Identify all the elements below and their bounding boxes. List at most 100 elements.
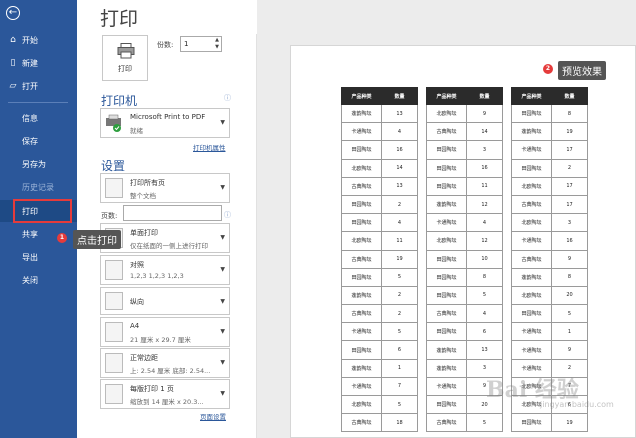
table-row: 莲韵陶坛 2 [341, 285, 418, 306]
sidebar-item-label: 另存为 [22, 159, 46, 169]
collate-icon [105, 260, 123, 280]
quantity-cell: 17 [551, 176, 588, 196]
option-sub: 1,2,3 1,2,3 1,2,3 [130, 272, 184, 280]
table-row: 古典陶坛 18 [341, 413, 418, 433]
pages-per-sheet-select[interactable]: 每版打印 1 页 缩放到 14 厘米 x 20.3... ▼ [100, 379, 230, 409]
quantity-cell: 12 [466, 231, 503, 251]
product-cell: 田园陶坛 [426, 249, 467, 269]
quantity-cell: 13 [466, 340, 503, 360]
product-cell: 莲韵陶坛 [426, 340, 467, 360]
print-button-label: 打印 [118, 65, 132, 73]
product-cell: 古典陶坛 [341, 176, 382, 196]
print-range-select[interactable]: 打印所有页 整个文档 ▼ [100, 173, 230, 203]
quantity-cell: 2 [551, 158, 588, 178]
product-cell: 田园陶坛 [426, 285, 467, 306]
quantity-cell: 8 [551, 103, 588, 124]
table-row: 田园陶坛 5 [426, 285, 503, 306]
quantity-cell: 20 [551, 285, 588, 306]
sidebar-item-label: 新建 [22, 58, 38, 68]
quantity-cell: 14 [381, 158, 418, 178]
back-arrow-icon[interactable]: ← [6, 6, 20, 20]
product-cell: 古典陶坛 [511, 194, 552, 215]
printer-properties-link[interactable]: 打印机属性 [193, 142, 226, 152]
folder-open-icon: ▱ [9, 81, 17, 91]
info-icon[interactable]: ⓘ [224, 93, 231, 103]
product-cell: 古典陶坛 [341, 304, 382, 324]
product-cell: 卡通陶坛 [511, 340, 552, 360]
quantity-cell: 5 [466, 413, 503, 433]
product-cell: 古典陶坛 [511, 249, 552, 269]
quantity-cell: 16 [381, 140, 418, 160]
table-row: 古典陶坛 17 [511, 194, 588, 215]
printer-select[interactable]: Microsoft Print to PDF 就绪 ▼ [100, 108, 230, 138]
copies-label: 份数: [157, 41, 174, 49]
printer-section-title: 打印机 [101, 94, 138, 108]
product-cell: 田园陶坛 [511, 304, 552, 324]
product-cell: 北欧陶坛 [511, 176, 552, 196]
product-cell: 北欧陶坛 [426, 103, 467, 124]
sidebar-item-info[interactable]: 信息 [0, 107, 77, 129]
sidebar-item-close[interactable]: 关闭 [0, 269, 77, 291]
table-row: 卡通陶坛 7 [341, 376, 418, 397]
product-cell: 卡通陶坛 [426, 213, 467, 233]
quantity-cell: 8 [466, 267, 503, 287]
home-icon: ⌂ [10, 35, 16, 45]
copies-value: 1 [184, 40, 189, 48]
quantity-cell: 13 [381, 176, 418, 196]
product-cell: 古典陶坛 [341, 413, 382, 433]
sidebar-item-open[interactable]: ▱ 打开 [0, 75, 77, 97]
table-row: 北欧陶坛 20 [511, 285, 588, 306]
sidebar-item-history[interactable]: 历史记录 [0, 176, 77, 198]
table-row: 莲韵陶坛 1 [341, 358, 418, 378]
column-header: 产品种类 [426, 87, 467, 105]
product-cell: 卡通陶坛 [341, 122, 382, 142]
product-cell: 卡通陶坛 [341, 322, 382, 342]
chevron-down-icon: ▼ [220, 390, 225, 397]
page-setup-link[interactable]: 页面设置 [200, 411, 226, 421]
margins-select[interactable]: 正常边距 上: 2.54 厘米 底部: 2.54... ▼ [100, 348, 230, 378]
printer-name: Microsoft Print to PDF [130, 113, 206, 121]
orientation-select[interactable]: 纵向 ▼ [100, 287, 230, 315]
quantity-cell: 4 [381, 213, 418, 233]
table-row: 卡通陶坛 5 [341, 322, 418, 342]
sidebar-divider [8, 102, 68, 103]
new-doc-icon: ▯ [10, 58, 16, 68]
quantity-cell: 5 [381, 322, 418, 342]
preview-table-1: 产品种类 数量 莲韵陶坛 13 卡通陶坛 4 田园陶坛 16 北欧陶坛 14 古典陶坛 13 田园陶坛 2… [341, 87, 418, 433]
column-header: 数量 [466, 87, 503, 105]
product-cell: 北欧陶坛 [511, 213, 552, 233]
table-row: 莲韵陶坛 13 [341, 103, 418, 124]
copies-stepper[interactable]: 1 ▲ ▼ [180, 36, 222, 52]
chevron-down-icon: ▼ [220, 184, 225, 191]
product-cell: 田园陶坛 [341, 213, 382, 233]
table-row: 田园陶坛 11 [426, 176, 503, 196]
spin-arrows-icon[interactable]: ▲ ▼ [215, 37, 219, 51]
collate-select[interactable]: 对照 1,2,3 1,2,3 1,2,3 ▼ [100, 255, 230, 285]
page-title: 打印 [100, 8, 139, 30]
quantity-cell: 13 [381, 103, 418, 124]
pages-input[interactable] [123, 205, 222, 221]
margins-icon [105, 353, 123, 373]
print-highlight-box [13, 199, 72, 223]
info-icon[interactable]: ⓘ [224, 210, 231, 220]
product-cell: 田园陶坛 [511, 103, 552, 124]
sidebar-item-label: 信息 [22, 113, 38, 123]
sidebar-item-home[interactable]: ⌂ 开始 [0, 29, 77, 51]
product-cell: 卡通陶坛 [341, 376, 382, 397]
sidebar-item-save-as[interactable]: 另存为 [0, 153, 77, 175]
sidebar-item-export[interactable]: 导出 [0, 246, 77, 268]
table-row: 北欧陶坛 5 [341, 394, 418, 415]
option-main: A4 [130, 322, 140, 330]
sidebar-item-save[interactable]: 保存 [0, 130, 77, 152]
printer-status: 就绪 [130, 127, 143, 135]
table-row: 北欧陶坛 3 [511, 213, 588, 233]
quantity-cell: 9 [466, 103, 503, 124]
annotation-click-print: 点击打印 [73, 230, 121, 249]
product-cell: 卡通陶坛 [511, 322, 552, 342]
quantity-cell: 9 [551, 340, 588, 360]
print-button[interactable]: 打印 [102, 35, 148, 81]
table-row: 古典陶坛 4 [426, 304, 503, 324]
paper-size-select[interactable]: A4 21 厘米 x 29.7 厘米 ▼ [100, 317, 230, 347]
sidebar-item-new[interactable]: ▯ 新建 [0, 52, 77, 74]
watermark-url: jingyan.baidu.com [540, 400, 614, 409]
